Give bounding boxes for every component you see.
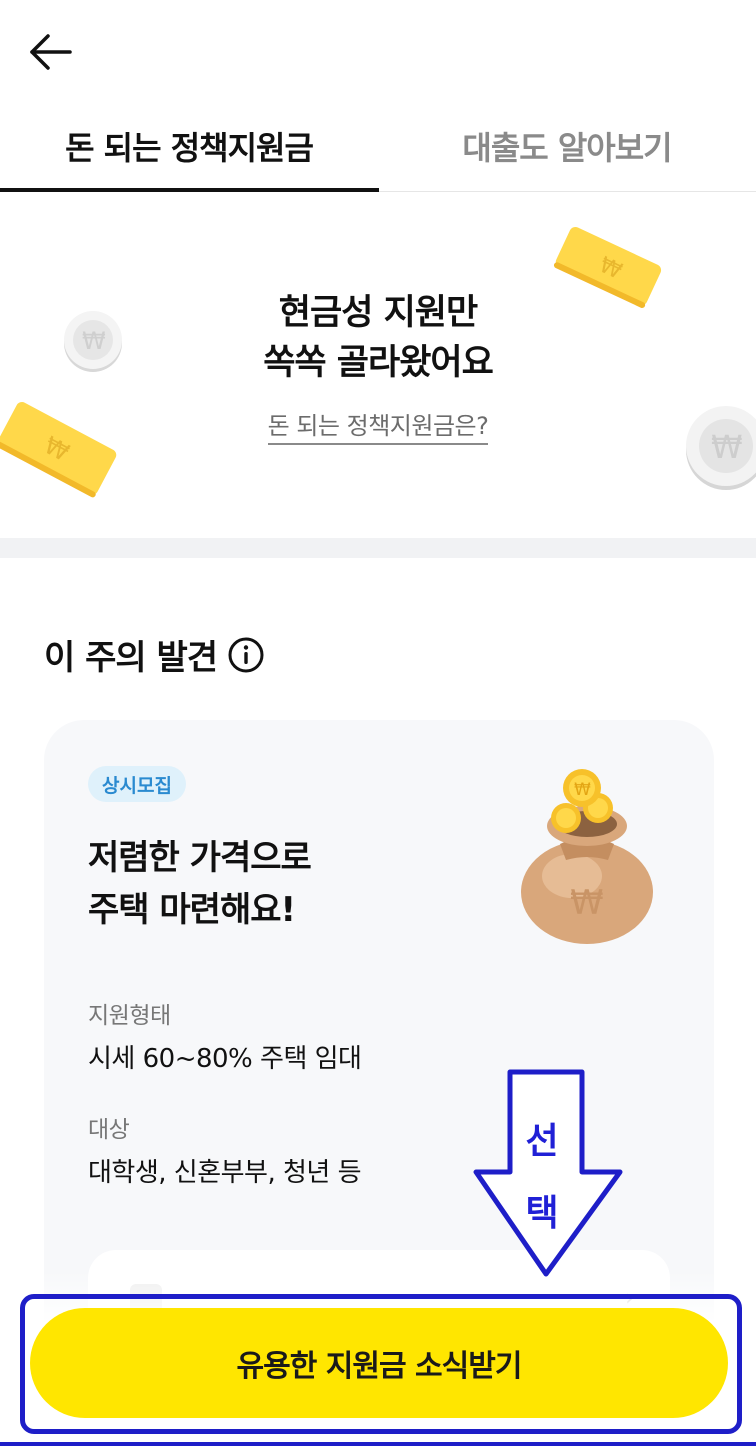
status-badge: 상시모집 [88,766,186,802]
card-title: 저렴한 가격으로 주택 마련해요! [88,832,312,936]
section-title: 이 주의 발견 [44,638,218,678]
svg-text:₩: ₩ [574,780,591,800]
annotation-char-2: 택 [525,1193,559,1234]
annotation-char-1: 선 [525,1121,559,1162]
hero-banner: ₩ ₩ ₩ ₩ 현금성 지원만 쏙쏙 골라왔어요 돈 되는 정책지원금은? [0,192,756,538]
section-header: 이 주의 발견 [44,630,265,679]
hero-title-line1: 현금성 지원만 [278,293,478,333]
tab-policy-support-label: 돈 되는 정책지원금 [65,129,314,167]
hero-title: 현금성 지원만 쏙쏙 골라왔어요 [0,288,756,388]
tab-policy-support[interactable]: 돈 되는 정책지원금 [0,100,378,192]
svg-text:₩: ₩ [570,883,604,923]
arrow-down-icon [473,1069,623,1277]
support-type-value: 시세 60~80% 주택 임대 [88,1044,362,1074]
target-label: 대상 [88,1117,130,1143]
arrow-left-icon [30,34,72,70]
info-icon[interactable] [227,636,265,674]
top-bar [0,0,756,100]
tab-loans-label: 대출도 알아보기 [462,129,672,167]
policy-support-info-link[interactable]: 돈 되는 정책지원금은? [267,412,489,445]
selection-highlight-box [20,1294,742,1434]
tab-loans[interactable]: 대출도 알아보기 [378,100,756,192]
bottom-border [0,1442,756,1446]
money-bag-illustration: ₩ ₩ [521,769,653,944]
target-value: 대학생, 신혼부부, 청년 등 [88,1158,362,1188]
back-button[interactable] [26,30,78,74]
section-divider [0,538,756,558]
support-type-label: 지원형태 [88,1003,171,1029]
card-title-line1: 저렴한 가격으로 [88,838,312,878]
hero-title-line2: 쏙쏙 골라왔어요 [263,343,494,383]
hero-link-container: 돈 되는 정책지원금은? [0,406,756,445]
tab-bar: 돈 되는 정책지원금 대출도 알아보기 [0,100,756,192]
card-title-line2: 주택 마련해요! [88,890,296,930]
